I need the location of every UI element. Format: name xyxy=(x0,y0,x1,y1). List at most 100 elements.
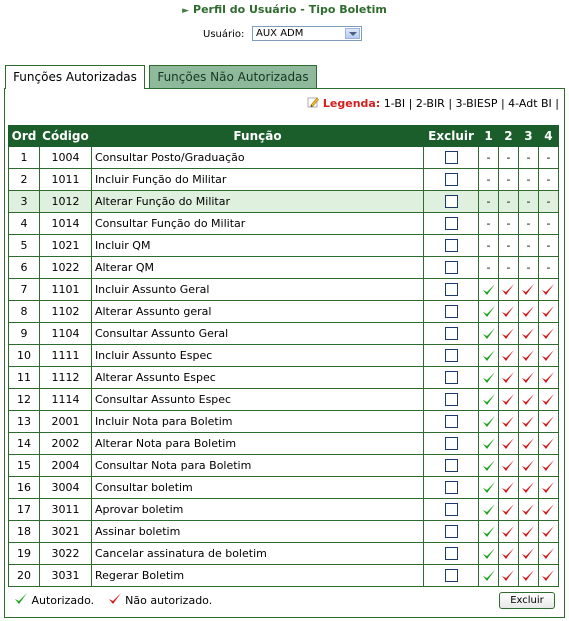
red-check-icon xyxy=(542,459,555,471)
perm-cell xyxy=(517,498,539,521)
table-row: 16 3004 Consultar boletim xyxy=(8,476,560,499)
perm-cell xyxy=(498,454,519,477)
delete-checkbox[interactable] xyxy=(444,283,458,297)
delete-checkbox[interactable] xyxy=(444,327,458,341)
red-check-icon xyxy=(542,327,555,339)
delete-checkbox[interactable] xyxy=(444,173,458,187)
ord-cell: 15 xyxy=(8,454,40,477)
dash-mark: - xyxy=(486,217,491,230)
delete-cell xyxy=(423,146,480,169)
perm-cell xyxy=(517,388,539,411)
delete-button[interactable]: Excluir xyxy=(499,592,555,609)
perm-cell xyxy=(537,432,560,455)
delete-checkbox[interactable] xyxy=(444,217,458,231)
delete-checkbox[interactable] xyxy=(444,393,458,407)
perm-cell xyxy=(517,322,539,345)
red-check-icon xyxy=(522,371,535,383)
perm-cell xyxy=(498,520,519,543)
perm-cell xyxy=(517,476,539,499)
perm-cell xyxy=(498,388,519,411)
dash-mark: - xyxy=(526,217,531,230)
code-cell: 1011 xyxy=(38,168,92,191)
green-check-icon xyxy=(482,437,495,449)
delete-checkbox[interactable] xyxy=(444,547,458,561)
perm-cell xyxy=(498,564,519,587)
red-check-icon xyxy=(522,283,535,295)
delete-checkbox[interactable] xyxy=(444,481,458,495)
not-authorized-legend: Não autorizado. xyxy=(108,592,212,607)
dash-mark: - xyxy=(506,239,511,252)
delete-checkbox[interactable] xyxy=(444,371,458,385)
red-check-icon xyxy=(542,371,555,383)
authorized-label: Autorizado. xyxy=(31,594,95,607)
delete-checkbox[interactable] xyxy=(444,415,458,429)
dash-mark: - xyxy=(526,239,531,252)
tab-funcoes-autorizadas[interactable]: Funções Autorizadas xyxy=(5,65,145,89)
delete-cell xyxy=(423,300,480,323)
delete-cell xyxy=(423,190,480,213)
perm-cell xyxy=(478,520,499,543)
delete-checkbox[interactable] xyxy=(444,459,458,473)
red-check-icon xyxy=(522,547,535,559)
dash-mark: - xyxy=(526,151,531,164)
functions-table: Ord Código Função Excluir 1 2 3 4 1 1004 C… xyxy=(8,125,560,587)
ord-cell: 20 xyxy=(8,564,40,587)
ord-cell: 8 xyxy=(8,300,40,323)
perm-cell xyxy=(478,564,499,587)
perm-cell: - xyxy=(498,234,519,257)
user-select[interactable]: AUX ADM xyxy=(252,26,362,41)
delete-checkbox[interactable] xyxy=(444,305,458,319)
perm-cell: - xyxy=(498,168,519,191)
tab-funcoes-nao-autorizadas[interactable]: Funções Não Autorizadas xyxy=(149,65,317,88)
ord-cell: 2 xyxy=(8,168,40,191)
function-cell: Alterar QM xyxy=(90,256,425,279)
table-row: 10 1111 Incluir Assunto Espec xyxy=(8,344,560,367)
delete-checkbox[interactable] xyxy=(444,437,458,451)
delete-cell xyxy=(423,564,480,587)
perm-cell xyxy=(517,410,539,433)
perm-cell: - xyxy=(537,168,560,191)
code-cell: 1111 xyxy=(38,344,92,367)
ord-cell: 18 xyxy=(8,520,40,543)
delete-checkbox[interactable] xyxy=(444,151,458,165)
ord-cell: 17 xyxy=(8,498,40,521)
perm-cell: - xyxy=(478,190,499,213)
perm-cell xyxy=(498,410,519,433)
chevron-down-icon[interactable] xyxy=(345,28,360,39)
green-check-icon xyxy=(482,305,495,317)
perm-cell xyxy=(537,322,560,345)
delete-checkbox[interactable] xyxy=(444,195,458,209)
code-cell: 1104 xyxy=(38,322,92,345)
perm-cell xyxy=(537,344,560,367)
dash-mark: - xyxy=(486,261,491,274)
delete-cell xyxy=(423,234,480,257)
table-row: 7 1101 Incluir Assunto Geral xyxy=(8,278,560,301)
function-cell: Incluir QM xyxy=(90,234,425,257)
arrow-right-icon: ► xyxy=(182,6,190,16)
ord-cell: 7 xyxy=(8,278,40,301)
function-cell: Alterar Nota para Boletim xyxy=(90,432,425,455)
table-row: 20 3031 Regerar Boletim xyxy=(8,564,560,587)
perm-cell: - xyxy=(478,168,499,191)
page-title: ► Perfil do Usuário - Tipo Boletim xyxy=(0,3,569,16)
red-check-icon xyxy=(502,371,515,383)
table-row: 8 1102 Alterar Assunto geral xyxy=(8,300,560,323)
user-select-value: AUX ADM xyxy=(256,28,304,39)
perm-cell xyxy=(498,300,519,323)
green-check-icon xyxy=(482,481,495,493)
table-row: 6 1022 Alterar QM - - - - xyxy=(8,256,560,279)
delete-checkbox[interactable] xyxy=(444,239,458,253)
red-check-icon xyxy=(502,349,515,361)
delete-checkbox[interactable] xyxy=(444,261,458,275)
code-cell: 3022 xyxy=(38,542,92,565)
perm-cell xyxy=(498,498,519,521)
delete-checkbox[interactable] xyxy=(444,503,458,517)
delete-checkbox[interactable] xyxy=(444,525,458,539)
red-check-icon xyxy=(502,415,515,427)
delete-checkbox[interactable] xyxy=(444,569,458,583)
delete-checkbox[interactable] xyxy=(444,349,458,363)
dash-mark: - xyxy=(506,151,511,164)
function-cell: Aprovar boletim xyxy=(90,498,425,521)
red-check-icon xyxy=(522,305,535,317)
perm-cell xyxy=(478,454,499,477)
